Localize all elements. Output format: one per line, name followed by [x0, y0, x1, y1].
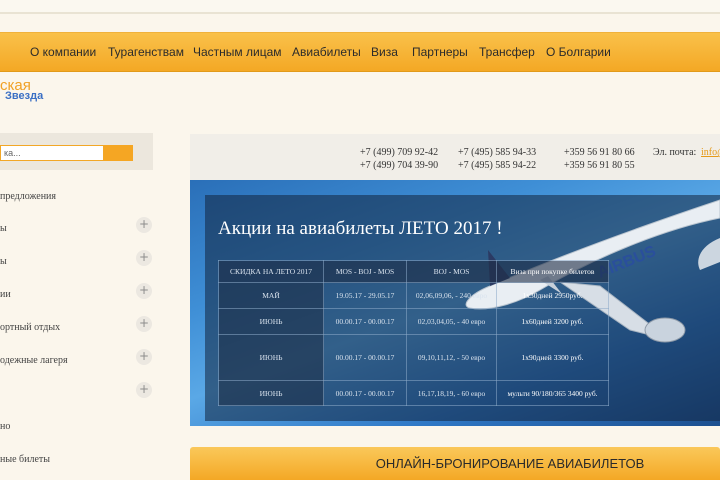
promo-table: СКИДКА НА ЛЕТО 2017 MOS - BOJ - MOS BOJ … [218, 260, 609, 406]
phone-number: +7 (499) 709 92-42 [360, 147, 439, 158]
phone-number: +359 56 91 80 55 [564, 160, 635, 171]
sidebar-item-tickets[interactable]: ные билеты [0, 454, 50, 465]
booking-title[interactable]: ОНЛАЙН-БРОНИРОВАНИЕ АВИАБИЛЕТОВ [190, 456, 720, 471]
table-header: Виза при покупке билетов [496, 260, 609, 283]
nav-item-transfer[interactable]: Трансфер [479, 45, 535, 59]
table-cell: 1x60дней 3200 руб. [496, 308, 609, 335]
plus-icon[interactable]: + [136, 316, 152, 332]
phone-number: +7 (495) 585 94-33 [458, 147, 537, 158]
plus-icon[interactable]: + [136, 382, 152, 398]
sidebar-item-1[interactable]: ы [0, 223, 7, 234]
sidebar-item-2[interactable]: ы [0, 256, 7, 267]
table-cell: 00.00.17 - 00.00.17 [323, 380, 407, 406]
plus-icon[interactable]: + [136, 283, 152, 299]
table-header: СКИДКА НА ЛЕТО 2017 [218, 260, 324, 283]
phone-number: +7 (499) 704 39-90 [360, 160, 439, 171]
nav-item-about[interactable]: О компании [30, 45, 96, 59]
table-header-row: СКИДКА НА ЛЕТО 2017 MOS - BOJ - MOS BOJ … [218, 260, 609, 283]
plus-icon[interactable]: + [136, 349, 152, 365]
sidebar-item-7[interactable]: но [0, 421, 10, 432]
sidebar-item-3[interactable]: ии [0, 289, 11, 300]
table-cell: 02,03,04,05, - 40 евро [406, 308, 497, 335]
nav-item-agencies[interactable]: Турагенствам [108, 45, 184, 59]
contact-bar [190, 134, 720, 180]
search-button[interactable] [104, 145, 133, 161]
table-cell: 00.00.17 - 00.00.17 [323, 308, 407, 335]
main-nav: О компании Турагенствам Частным лицам Ав… [0, 32, 720, 72]
email-label: Эл. почта: [653, 147, 697, 158]
table-cell: 00.00.17 - 00.00.17 [323, 334, 407, 381]
banner-title: Акции на авиабилеты ЛЕТО 2017 ! [218, 218, 503, 239]
table-cell: 1x30дней 2950руб. [496, 282, 609, 309]
table-cell: 16,17,18,19, - 60 евро [406, 380, 497, 406]
table-header: BOJ - MOS [406, 260, 497, 283]
nav-item-partners[interactable]: Партнеры [412, 45, 468, 59]
search-input[interactable]: ка... [0, 145, 104, 161]
nav-item-individuals[interactable]: Частным лицам [193, 45, 282, 59]
table-row: ИЮНЬ 00.00.17 - 00.00.17 09,10,11,12, - … [218, 334, 609, 381]
sidebar-item-offers[interactable]: предложения [0, 191, 56, 202]
phone-number: +359 56 91 80 66 [564, 147, 635, 158]
table-cell: МАЙ [218, 282, 324, 309]
table-cell: ИЮНЬ [218, 334, 324, 381]
table-cell: 1x90дней 3300 руб. [496, 334, 609, 381]
sidebar-item-resort[interactable]: ортный отдых [0, 322, 60, 333]
sidebar-item-camps[interactable]: одежные лагеря [0, 355, 68, 366]
table-cell: мульти 90/180/365 3400 руб. [496, 380, 609, 406]
nav-item-bulgaria[interactable]: О Болгарии [546, 45, 611, 59]
table-row: МАЙ 19.05.17 - 29.05.17 02,06,09,06, - 2… [218, 282, 609, 309]
table-row: ИЮНЬ 00.00.17 - 00.00.17 16,17,18,19, - … [218, 380, 609, 406]
table-cell: 19.05.17 - 29.05.17 [323, 282, 407, 309]
nav-item-visa[interactable]: Виза [371, 45, 398, 59]
logo-text-bottom[interactable]: Звезда [5, 90, 43, 102]
phone-number: +7 (495) 585 94-22 [458, 160, 537, 171]
table-cell: ИЮНЬ [218, 308, 324, 335]
plus-icon[interactable]: + [136, 250, 152, 266]
table-cell: 02,06,09,06, - 240 евро [406, 282, 497, 309]
email-link[interactable]: info@ [701, 147, 720, 158]
table-cell: 09,10,11,12, - 50 евро [406, 334, 497, 381]
table-row: ИЮНЬ 00.00.17 - 00.00.17 02,03,04,05, - … [218, 308, 609, 335]
top-strip [0, 0, 720, 14]
table-cell: ИЮНЬ [218, 380, 324, 406]
plus-icon[interactable]: + [136, 217, 152, 233]
table-header: MOS - BOJ - MOS [323, 260, 407, 283]
nav-item-airtickets[interactable]: Авиабилеты [292, 45, 361, 59]
